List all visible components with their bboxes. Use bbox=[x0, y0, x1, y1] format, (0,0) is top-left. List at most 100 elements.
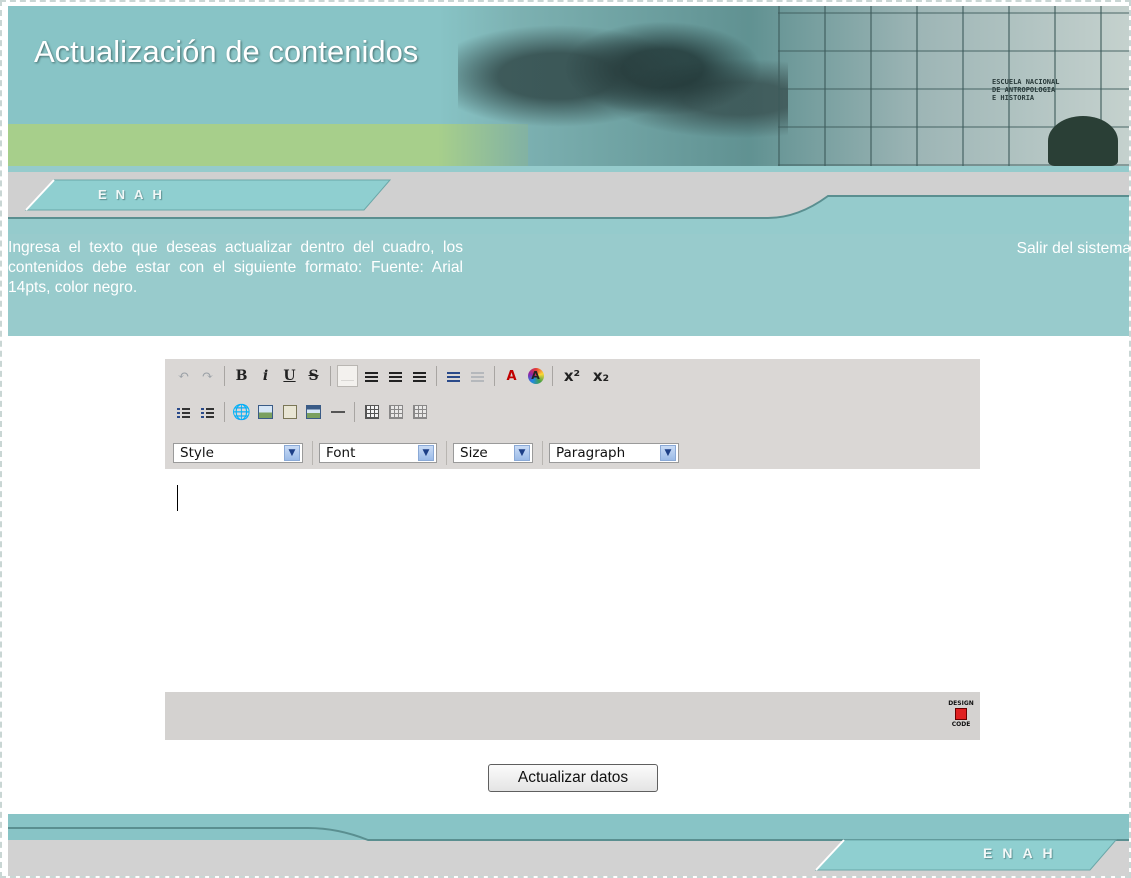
table-column-icon bbox=[388, 405, 403, 419]
underline-icon: U bbox=[283, 368, 296, 384]
text-color-button[interactable]: A bbox=[501, 365, 522, 387]
style-select-value: Style bbox=[180, 445, 214, 461]
school-sign-line: E HISTORIA bbox=[992, 94, 1035, 102]
align-justify-icon bbox=[413, 370, 426, 382]
highlight-color-icon: A bbox=[527, 368, 544, 384]
media-icon bbox=[306, 405, 321, 419]
indent-icon bbox=[447, 370, 460, 382]
toolbar-row-1: ↶ ↷ B i U S A A x² x₂ bbox=[173, 363, 617, 389]
insert-image-button[interactable] bbox=[255, 401, 276, 423]
footer-curve bbox=[8, 814, 1129, 871]
insert-row-button[interactable] bbox=[409, 401, 430, 423]
style-select[interactable]: Style ▼ bbox=[173, 443, 303, 463]
layer-icon bbox=[282, 405, 297, 419]
header-photo-tree bbox=[1048, 116, 1118, 166]
code-label: CODE bbox=[951, 721, 971, 728]
text-caret bbox=[177, 485, 178, 511]
page-title: Actualización de contenidos bbox=[34, 34, 419, 69]
editor-statusbar: DESIGN CODE bbox=[165, 692, 980, 740]
toolbar-separator bbox=[446, 441, 447, 465]
superscript-button[interactable]: x² bbox=[559, 365, 585, 387]
toolbar-dropdown-row: Style ▼ Font ▼ Size ▼ Paragraph ▼ bbox=[173, 441, 688, 465]
insert-link-button[interactable]: 🌐 bbox=[231, 401, 252, 423]
insert-media-button[interactable] bbox=[303, 401, 324, 423]
subscript-button[interactable]: x₂ bbox=[588, 365, 614, 387]
align-justify-button[interactable] bbox=[409, 365, 430, 387]
redo-icon: ↷ bbox=[201, 368, 214, 384]
header-photo-people bbox=[458, 16, 788, 166]
logout-link[interactable]: Salir del sistema bbox=[1017, 240, 1129, 258]
rich-text-editor: ↶ ↷ B i U S A A x² x₂ 🌐 Style ▼ Font ▼ S… bbox=[165, 359, 980, 740]
header-banner: ESCUELA NACIONAL DE ANTROPOLOGIA E HISTO… bbox=[8, 6, 1129, 166]
indent-button[interactable] bbox=[443, 365, 464, 387]
align-center-button[interactable] bbox=[361, 365, 382, 387]
editor-content-area[interactable] bbox=[165, 469, 980, 692]
bold-icon: B bbox=[235, 368, 248, 384]
horizontal-rule-icon bbox=[330, 411, 345, 413]
school-sign: ESCUELA NACIONAL DE ANTROPOLOGIA E HISTO… bbox=[992, 78, 1059, 102]
toolbar-separator bbox=[542, 441, 543, 465]
insert-layer-button[interactable] bbox=[279, 401, 300, 423]
update-data-button[interactable]: Actualizar datos bbox=[488, 764, 658, 792]
table-row-icon bbox=[412, 405, 427, 419]
info-row: Ingresa el texto que deseas actualizar d… bbox=[8, 234, 1129, 336]
toolbar-separator bbox=[494, 366, 495, 386]
toolbar-row-2: 🌐 bbox=[173, 399, 433, 425]
page-frame: ESCUELA NACIONAL DE ANTROPOLOGIA E HISTO… bbox=[0, 0, 1131, 878]
font-select[interactable]: Font ▼ bbox=[319, 443, 437, 463]
align-right-icon bbox=[389, 370, 402, 382]
image-icon bbox=[258, 405, 273, 419]
strikethrough-icon: S bbox=[308, 368, 319, 384]
chevron-down-icon: ▼ bbox=[660, 445, 676, 461]
top-nav-strip: ENAH bbox=[8, 166, 1129, 234]
italic-icon: i bbox=[262, 368, 269, 384]
toolbar-separator bbox=[224, 366, 225, 386]
bold-button[interactable]: B bbox=[231, 365, 252, 387]
paragraph-select[interactable]: Paragraph ▼ bbox=[549, 443, 679, 463]
undo-button[interactable]: ↶ bbox=[173, 365, 194, 387]
footer-strip: ENAH bbox=[8, 814, 1129, 876]
design-code-toggle[interactable]: DESIGN CODE bbox=[946, 700, 976, 734]
numbered-list-button[interactable] bbox=[173, 401, 194, 423]
school-sign-line: DE ANTROPOLOGIA bbox=[992, 86, 1056, 94]
italic-button[interactable]: i bbox=[255, 365, 276, 387]
toolbar-separator bbox=[552, 366, 553, 386]
chevron-down-icon: ▼ bbox=[418, 445, 434, 461]
align-left-button[interactable] bbox=[337, 365, 358, 387]
underline-button[interactable]: U bbox=[279, 365, 300, 387]
align-center-icon bbox=[365, 370, 378, 382]
subscript-icon: x₂ bbox=[592, 367, 610, 385]
numbered-list-icon bbox=[177, 406, 190, 418]
top-nav-curve bbox=[8, 179, 1129, 234]
align-right-button[interactable] bbox=[385, 365, 406, 387]
instruction-text: Ingresa el texto que deseas actualizar d… bbox=[8, 239, 463, 296]
toolbar-separator bbox=[312, 441, 313, 465]
font-select-value: Font bbox=[326, 445, 356, 461]
highlight-color-button[interactable]: A bbox=[525, 365, 546, 387]
bullet-list-button[interactable] bbox=[197, 401, 218, 423]
outdent-icon bbox=[471, 370, 484, 382]
school-sign-line: ESCUELA NACIONAL bbox=[992, 78, 1060, 86]
align-left-icon bbox=[341, 370, 354, 381]
globe-link-icon: 🌐 bbox=[232, 403, 251, 421]
undo-icon: ↶ bbox=[177, 368, 190, 384]
editor-toolbar: ↶ ↷ B i U S A A x² x₂ 🌐 Style ▼ Font ▼ S… bbox=[165, 359, 980, 469]
toolbar-separator bbox=[354, 402, 355, 422]
size-select[interactable]: Size ▼ bbox=[453, 443, 533, 463]
top-nav-tab-label: ENAH bbox=[98, 187, 171, 202]
footer-tab-label: ENAH bbox=[983, 845, 1063, 861]
insert-column-button[interactable] bbox=[385, 401, 406, 423]
text-color-icon: A bbox=[506, 368, 517, 384]
design-label: DESIGN bbox=[948, 700, 974, 707]
bullet-list-icon bbox=[201, 406, 214, 418]
chevron-down-icon: ▼ bbox=[514, 445, 530, 461]
insert-table-button[interactable] bbox=[361, 401, 382, 423]
strikethrough-button[interactable]: S bbox=[303, 365, 324, 387]
superscript-icon: x² bbox=[563, 367, 581, 385]
horizontal-rule-button[interactable] bbox=[327, 401, 348, 423]
toolbar-separator bbox=[436, 366, 437, 386]
outdent-button[interactable] bbox=[467, 365, 488, 387]
toolbar-separator bbox=[224, 402, 225, 422]
redo-button[interactable]: ↷ bbox=[197, 365, 218, 387]
design-code-icon bbox=[955, 708, 967, 720]
